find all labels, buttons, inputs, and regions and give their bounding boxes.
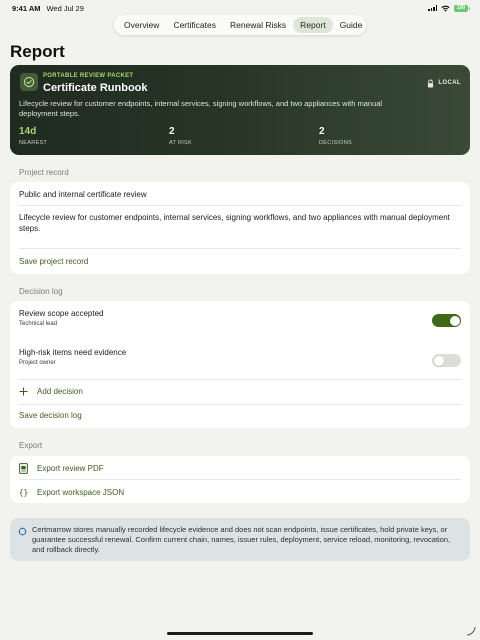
decision-owner: Technical lead <box>19 321 58 327</box>
hero-eyebrow: PORTABLE REVIEW PACKET <box>43 73 134 79</box>
export-card: Export review PDF {} Export workspace JS… <box>10 456 470 503</box>
battery-level: 100 <box>456 5 466 11</box>
wifi-icon <box>441 5 450 12</box>
plus-icon <box>19 387 28 396</box>
toggle-knob <box>449 315 460 326</box>
metric-at-risk-value: 2 <box>169 126 175 137</box>
project-name-field[interactable]: Public and internal certificate review <box>19 190 461 199</box>
disclaimer-notice: Certmarrow stores manually recorded life… <box>10 518 470 561</box>
resize-handle-icon <box>466 626 476 636</box>
disclaimer-text: Certmarrow stores manually recorded life… <box>32 525 451 554</box>
save-decision-log-button[interactable]: Save decision log <box>19 411 461 420</box>
status-time: 9:41 AM <box>12 3 41 13</box>
export-json-label: Export workspace JSON <box>37 487 125 497</box>
divider <box>19 205 461 206</box>
hero-summary-card: PORTABLE REVIEW PACKET Certificate Runbo… <box>10 65 470 155</box>
divider <box>19 248 461 249</box>
hero-title: Certificate Runbook <box>43 82 148 94</box>
metric-decisions: 2 DECISIONS <box>319 126 352 146</box>
status-bar: 9:41 AM Wed Jul 29 100 <box>0 0 480 16</box>
decision-item: Review scope accepted Technical lead <box>19 309 461 327</box>
document-icon <box>19 463 28 474</box>
add-decision-button[interactable]: Add decision <box>19 387 461 396</box>
check-seal-icon <box>20 73 38 91</box>
project-record-heading: Project record <box>19 168 69 177</box>
cellular-signal-icon <box>428 5 437 11</box>
divider <box>19 379 461 380</box>
metric-at-risk-label: AT RISK <box>169 140 192 146</box>
decision-title: High-risk items need evidence <box>19 348 127 357</box>
hero-description: Lifecycle review for customer endpoints,… <box>19 99 383 118</box>
home-indicator <box>167 632 313 635</box>
tab-renewal-risks[interactable]: Renewal Risks <box>223 17 293 33</box>
metric-nearest: 14d NEAREST <box>19 126 47 146</box>
project-record-card: Public and internal certificate review L… <box>10 182 470 274</box>
info-shield-icon <box>18 527 27 536</box>
decision-toggle-high-risk[interactable] <box>432 354 461 367</box>
save-project-record-button[interactable]: Save project record <box>19 257 461 266</box>
metric-nearest-label: NEAREST <box>19 140 48 146</box>
page-title: Report <box>10 42 65 61</box>
braces-icon: {} <box>18 487 29 497</box>
decision-title: Review scope accepted <box>19 309 104 318</box>
metric-decisions-label: DECISIONS <box>319 140 352 146</box>
toggle-knob <box>433 355 444 366</box>
divider <box>19 479 461 480</box>
storage-mode-label: LOCAL <box>438 80 461 86</box>
tab-certificates[interactable]: Certificates <box>166 17 223 33</box>
add-decision-label: Add decision <box>37 387 83 396</box>
project-description-field[interactable]: Lifecycle review for customer endpoints,… <box>19 212 461 234</box>
decision-log-heading: Decision log <box>19 287 63 296</box>
tab-guide[interactable]: Guide <box>333 17 370 33</box>
decision-log-card: Review scope accepted Technical lead Hig… <box>10 301 470 428</box>
export-pdf-button[interactable]: Export review PDF <box>19 463 461 474</box>
battery-icon: 100 <box>454 4 470 12</box>
metric-nearest-value: 14d <box>19 126 37 137</box>
decision-item: High-risk items need evidence Project ow… <box>19 348 461 366</box>
lock-icon <box>427 79 434 88</box>
metric-decisions-value: 2 <box>319 126 325 137</box>
decision-owner: Project owner <box>19 360 56 366</box>
decision-toggle-review-scope[interactable] <box>432 314 461 327</box>
export-json-button[interactable]: {} Export workspace JSON <box>19 487 461 497</box>
tab-overview[interactable]: Overview <box>117 17 166 33</box>
tab-report[interactable]: Report <box>293 17 333 33</box>
export-pdf-label: Export review PDF <box>37 464 104 473</box>
divider <box>19 404 461 405</box>
status-date: Wed Jul 29 <box>46 3 84 13</box>
export-heading: Export <box>19 441 43 450</box>
tab-bar: Overview Certificates Renewal Risks Repo… <box>114 15 366 35</box>
metric-at-risk: 2 AT RISK <box>169 126 192 146</box>
